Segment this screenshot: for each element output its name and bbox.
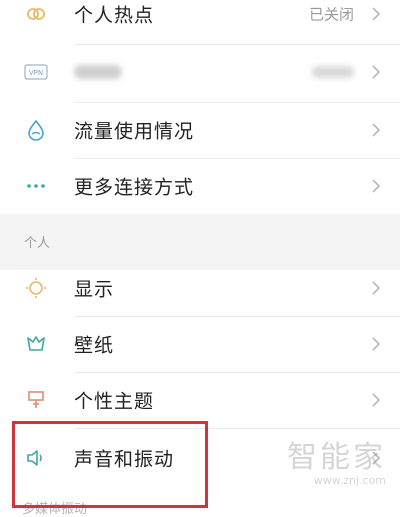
settings-row-label: 显示 — [74, 278, 115, 301]
section-header-personal: 个人 — [24, 236, 51, 251]
settings-row-wallpaper[interactable]: 壁纸 — [0, 318, 400, 370]
divider — [74, 316, 400, 317]
settings-row-label-blurred — [74, 65, 122, 79]
divider — [74, 372, 400, 373]
chevron-right-icon — [372, 65, 381, 79]
settings-row-data-usage[interactable]: 流量使用情况 — [0, 104, 400, 156]
settings-row-themes[interactable]: 个性主题 — [0, 374, 400, 426]
settings-row-display[interactable]: 显示 — [0, 262, 400, 314]
settings-row-value: 已关闭 — [308, 5, 354, 24]
settings-row-label: 壁纸 — [74, 334, 115, 357]
settings-row-value-blurred — [312, 66, 354, 78]
settings-row-label: 个人热点 — [74, 4, 155, 27]
watermark-text: 智能家 — [287, 440, 386, 475]
chevron-right-icon — [372, 393, 381, 407]
divider — [74, 102, 400, 103]
chevron-right-icon — [372, 7, 381, 21]
settings-row-label: 个性主题 — [74, 390, 155, 413]
chevron-right-icon — [372, 337, 381, 351]
more-connections-icon — [24, 174, 48, 198]
chevron-right-icon — [372, 281, 381, 295]
hotspot-icon — [24, 2, 48, 26]
display-icon — [24, 276, 48, 300]
settings-row-more-connections[interactable]: 更多连接方式 — [0, 160, 400, 212]
chevron-right-icon — [372, 179, 381, 193]
divider — [74, 44, 400, 45]
settings-row-label: 流量使用情况 — [74, 120, 195, 143]
wallpaper-icon — [24, 332, 48, 356]
settings-row-hotspot[interactable]: 个人热点 已关闭 — [0, 0, 400, 40]
chevron-right-icon — [372, 123, 381, 137]
settings-row-vpn[interactable]: VPN — [0, 46, 400, 98]
highlight-box — [12, 421, 208, 508]
settings-row-label: 更多连接方式 — [74, 176, 195, 199]
divider — [74, 158, 400, 159]
watermark: 智能家 www.znj.com — [287, 432, 386, 487]
themes-icon — [24, 388, 48, 412]
data-usage-icon — [24, 118, 48, 142]
vpn-icon-text: VPN — [29, 69, 43, 77]
vpn-icon: VPN — [24, 60, 48, 84]
